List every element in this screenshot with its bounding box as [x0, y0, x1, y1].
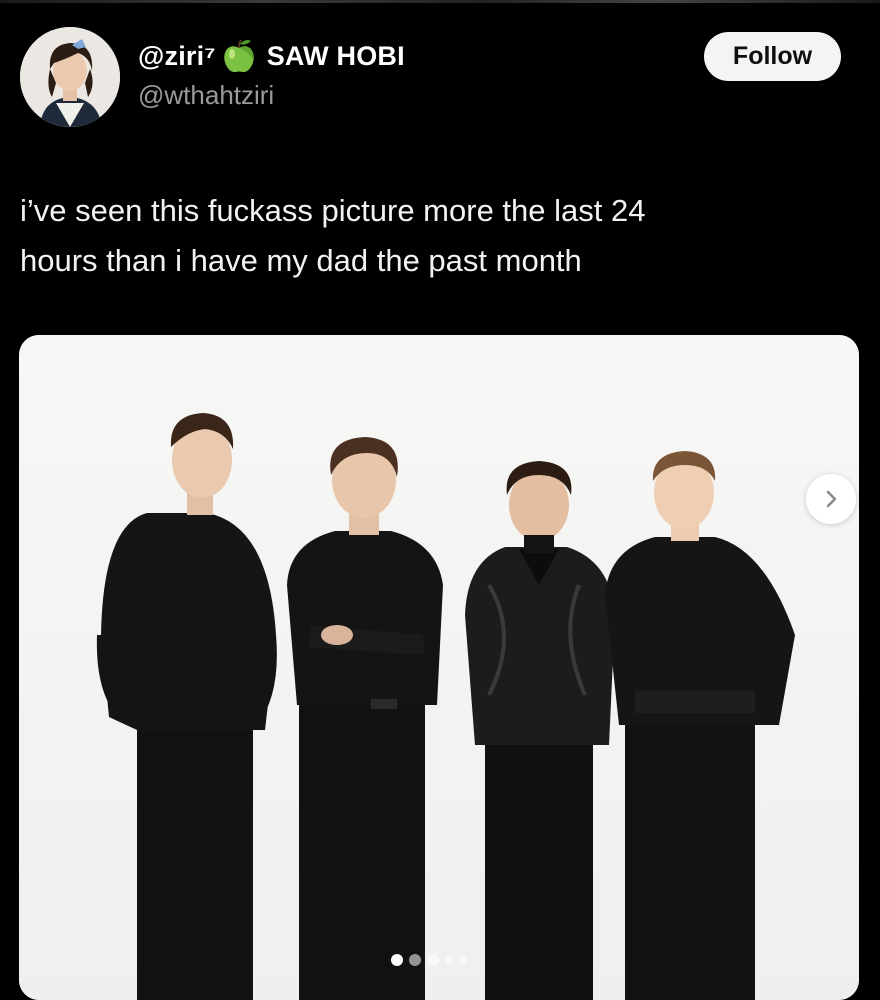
tweet-text-line-2: hours than i have my dad the past month [20, 243, 582, 278]
user-names: @ziri⁷ SAW HOBI @wthahtziri [138, 36, 405, 111]
carousel-indicator [391, 954, 467, 966]
display-handle: @ziri⁷ [138, 40, 216, 71]
avatar[interactable] [20, 27, 120, 127]
avatar-image [20, 27, 120, 127]
tweet-text-line-1: i’ve seen this fuckass picture more the … [20, 193, 646, 228]
next-image-button[interactable] [806, 474, 856, 524]
carousel-dot[interactable] [445, 956, 453, 964]
tweet-header: @ziri⁷ SAW HOBI @wthahtziri Follow [20, 27, 850, 127]
chevron-right-icon [826, 490, 837, 508]
carousel-dot[interactable] [427, 954, 439, 966]
tweet-media[interactable] [19, 335, 859, 1000]
carousel-dot[interactable] [459, 956, 467, 964]
display-name: SAW HOBI [266, 40, 405, 71]
username: @wthahtziri [138, 80, 275, 110]
green-apple-icon [223, 39, 254, 73]
tweet-text: i’ve seen this fuckass picture more the … [20, 186, 840, 286]
carousel-dot[interactable] [409, 954, 421, 966]
top-strip [0, 0, 880, 3]
carousel-dot[interactable] [391, 954, 403, 966]
group-photo [19, 335, 859, 1000]
follow-button[interactable]: Follow [704, 32, 841, 81]
